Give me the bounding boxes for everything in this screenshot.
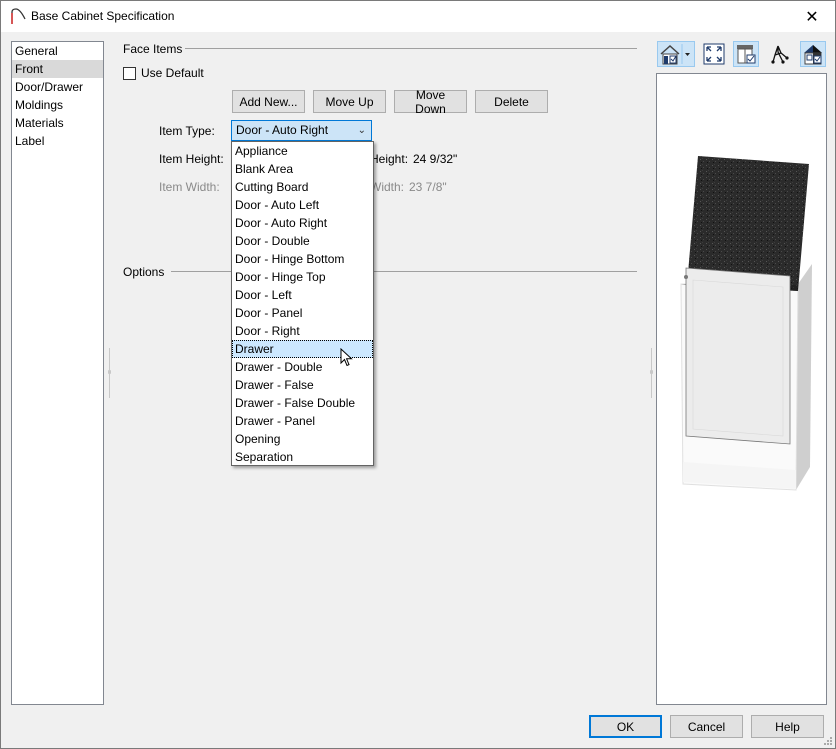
item-type-dropdown-list[interactable]: Appliance Blank Area Cutting Board Door … bbox=[231, 141, 374, 466]
cabinet-display-button[interactable] bbox=[733, 41, 759, 67]
dropdown-option[interactable]: Door - Auto Right bbox=[232, 214, 373, 232]
dropdown-option[interactable]: Drawer - False Double bbox=[232, 394, 373, 412]
sidebar-item-label[interactable]: Label bbox=[12, 132, 103, 150]
move-down-button[interactable]: Move Down bbox=[394, 88, 467, 116]
use-default-row[interactable]: Use Default bbox=[123, 66, 204, 80]
sidebar-item-general[interactable]: General bbox=[12, 42, 103, 60]
elevation-view-icon bbox=[804, 45, 822, 65]
height-readout-label: Height: bbox=[370, 152, 409, 166]
dropdown-option[interactable]: Door - Hinge Bottom bbox=[232, 250, 373, 268]
fill-window-button[interactable] bbox=[701, 41, 727, 67]
sidebar-item-front[interactable]: Front bbox=[12, 60, 103, 78]
dialog-window: Base Cabinet Specification ✕ General Fro… bbox=[0, 0, 836, 749]
delete-button[interactable]: Delete bbox=[475, 90, 548, 113]
item-height-label: Item Height: bbox=[159, 152, 224, 166]
dropdown-option[interactable]: Appliance bbox=[232, 142, 373, 160]
window-title: Base Cabinet Specification bbox=[31, 9, 175, 23]
dropdown-option[interactable]: Opening bbox=[232, 430, 373, 448]
right-splitter-handle[interactable] bbox=[650, 348, 653, 398]
item-type-select[interactable]: Door - Auto Right ⌄ bbox=[231, 120, 372, 141]
width-readout-value: 23 7/8" bbox=[409, 180, 447, 194]
ok-button[interactable]: OK bbox=[589, 715, 662, 738]
move-up-button[interactable]: Move Up bbox=[313, 90, 386, 113]
dropdown-option[interactable]: Door - Hinge Top bbox=[232, 268, 373, 286]
dropdown-option[interactable]: Separation bbox=[232, 448, 373, 466]
cabinet-preview-pane[interactable] bbox=[656, 73, 827, 705]
options-group-label: Options bbox=[123, 265, 165, 279]
category-list[interactable]: General Front Door/Drawer Moldings Mater… bbox=[11, 41, 104, 705]
camera-view-button[interactable] bbox=[657, 41, 695, 67]
dropdown-option[interactable]: Door - Right bbox=[232, 322, 373, 340]
close-icon: ✕ bbox=[805, 8, 819, 26]
elevation-view-button[interactable] bbox=[800, 41, 826, 67]
item-type-label: Item Type: bbox=[159, 124, 215, 138]
app-logo-icon bbox=[11, 8, 26, 24]
camera-view-icon bbox=[660, 44, 690, 65]
fill-window-icon bbox=[703, 43, 725, 65]
sidebar-item-materials[interactable]: Materials bbox=[12, 114, 103, 132]
add-new-button[interactable]: Add New... bbox=[232, 90, 305, 113]
resize-grip-icon[interactable] bbox=[823, 736, 833, 746]
use-default-checkbox[interactable] bbox=[123, 66, 136, 80]
cabinet-3d-preview bbox=[680, 156, 812, 491]
item-type-value: Door - Auto Right bbox=[236, 123, 329, 137]
orbit-button[interactable] bbox=[767, 41, 793, 67]
close-button[interactable]: ✕ bbox=[789, 1, 835, 32]
help-button[interactable]: Help bbox=[751, 715, 824, 738]
chevron-down-icon: ⌄ bbox=[357, 125, 366, 136]
height-readout-value: 24 9/32" bbox=[413, 152, 458, 166]
face-items-divider bbox=[185, 48, 637, 49]
orbit-icon bbox=[771, 45, 789, 64]
dropdown-option[interactable]: Blank Area bbox=[232, 160, 373, 178]
dropdown-option[interactable]: Cutting Board bbox=[232, 178, 373, 196]
dropdown-option[interactable]: Door - Double bbox=[232, 232, 373, 250]
face-items-group-label: Face Items bbox=[123, 42, 183, 56]
dropdown-option[interactable]: Door - Auto Left bbox=[232, 196, 373, 214]
width-readout-label: Width: bbox=[370, 180, 405, 194]
item-width-label: Item Width: bbox=[159, 180, 220, 194]
sidebar-item-moldings[interactable]: Moldings bbox=[12, 96, 103, 114]
left-splitter-handle[interactable] bbox=[108, 348, 111, 398]
dropdown-option[interactable]: Door - Left bbox=[232, 286, 373, 304]
mouse-cursor-icon bbox=[340, 348, 353, 367]
cancel-button[interactable]: Cancel bbox=[670, 715, 743, 738]
dropdown-option[interactable]: Door - Panel bbox=[232, 304, 373, 322]
cabinet-display-icon bbox=[737, 45, 756, 64]
dropdown-option[interactable]: Drawer - Panel bbox=[232, 412, 373, 430]
dropdown-option[interactable]: Drawer - False bbox=[232, 376, 373, 394]
use-default-label: Use Default bbox=[141, 66, 204, 80]
title-bar: Base Cabinet Specification ✕ bbox=[1, 1, 835, 32]
sidebar-item-door-drawer[interactable]: Door/Drawer bbox=[12, 78, 103, 96]
